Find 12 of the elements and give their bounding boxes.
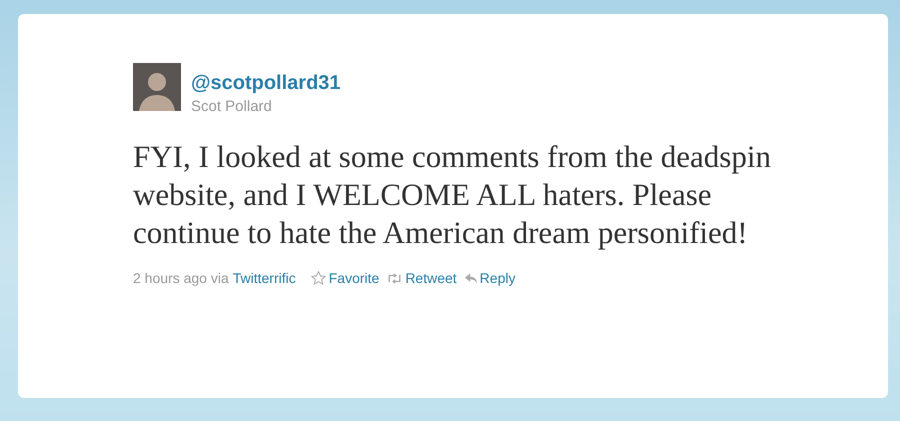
retweet-link[interactable]: Retweet	[387, 270, 457, 286]
timestamp: 2 hours ago via	[133, 270, 229, 286]
source-link[interactable]: Twitterrific	[232, 270, 296, 286]
user-handle[interactable]: @scotpollard31	[191, 72, 341, 95]
tweet-text: FYI, I looked at some comments from the deadspin website, and I WELCOME ALL haters. Please continue to hate the American dream personified!	[133, 138, 772, 252]
star-icon	[310, 271, 326, 285]
reply-icon	[464, 272, 477, 284]
favorite-link[interactable]: Favorite	[310, 270, 380, 286]
user-name: Scot Pollard	[191, 98, 273, 115]
retweet-icon	[387, 272, 402, 284]
reply-link[interactable]: Reply	[464, 270, 516, 286]
avatar	[133, 63, 181, 111]
